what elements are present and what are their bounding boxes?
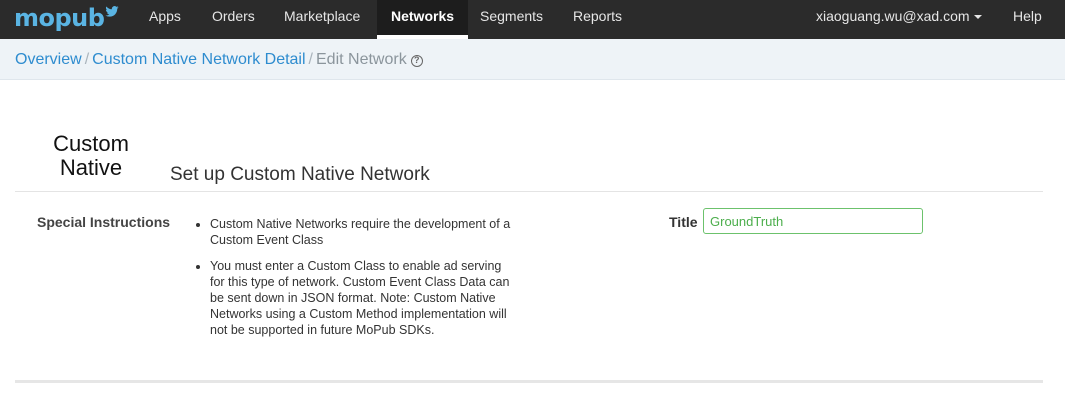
breadcrumb-detail-link[interactable]: Custom Native Network Detail: [92, 51, 305, 68]
title-input[interactable]: [703, 208, 923, 234]
nav-networks[interactable]: Networks: [377, 0, 469, 39]
twitter-bird-icon: [105, 6, 120, 17]
breadcrumb-overview-link[interactable]: Overview: [15, 51, 82, 68]
breadcrumb-bar: Overview / Custom Native Network Detail / Ed…: [0, 39, 1065, 80]
divider-bottom: [15, 380, 1043, 383]
network-logo-line1: Custom: [53, 131, 129, 156]
nav-segments[interactable]: Segments: [480, 0, 543, 39]
nav-reports[interactable]: Reports: [573, 0, 622, 39]
instruction-text: Custom Native Networks require the devel…: [210, 217, 511, 247]
list-item: Custom Native Networks require the devel…: [196, 216, 516, 248]
nav-apps[interactable]: Apps: [149, 0, 181, 39]
list-item: You must enter a Custom Class to enable …: [196, 258, 516, 338]
instruction-text: You must enter a Custom Class to enable …: [210, 259, 510, 337]
user-menu[interactable]: xiaoguang.wu@xad.com: [816, 0, 982, 39]
mopub-logo[interactable]: mopub: [14, 4, 120, 32]
nav-orders[interactable]: Orders: [212, 0, 255, 39]
nav-marketplace[interactable]: Marketplace: [284, 0, 360, 39]
breadcrumb: Overview / Custom Native Network Detail / Ed…: [15, 51, 423, 69]
bullet-icon: [196, 265, 200, 269]
network-logo-line2: Native: [59, 155, 123, 180]
bullet-icon: [196, 223, 200, 227]
title-label: Title: [669, 214, 698, 230]
help-circle-icon[interactable]: ?: [410, 55, 423, 67]
special-instructions-label: Special Instructions: [37, 214, 171, 230]
top-navbar: mopub Apps Orders Marketplace Networks S…: [0, 0, 1065, 39]
caret-down-icon: [973, 15, 982, 20]
breadcrumb-separator: /: [84, 51, 90, 68]
custom-native-logo: Custom Native: [48, 132, 134, 180]
special-instructions-list: Custom Native Networks require the devel…: [196, 216, 516, 348]
user-email: xiaoguang.wu@xad.com: [816, 8, 970, 24]
divider: [15, 191, 1043, 192]
breadcrumb-separator: /: [308, 51, 313, 68]
brand-name: mopub: [14, 4, 105, 32]
page-title: Set up Custom Native Network: [170, 164, 430, 185]
breadcrumb-current: Edit Network: [316, 51, 407, 68]
nav-help[interactable]: Help: [1013, 0, 1042, 39]
